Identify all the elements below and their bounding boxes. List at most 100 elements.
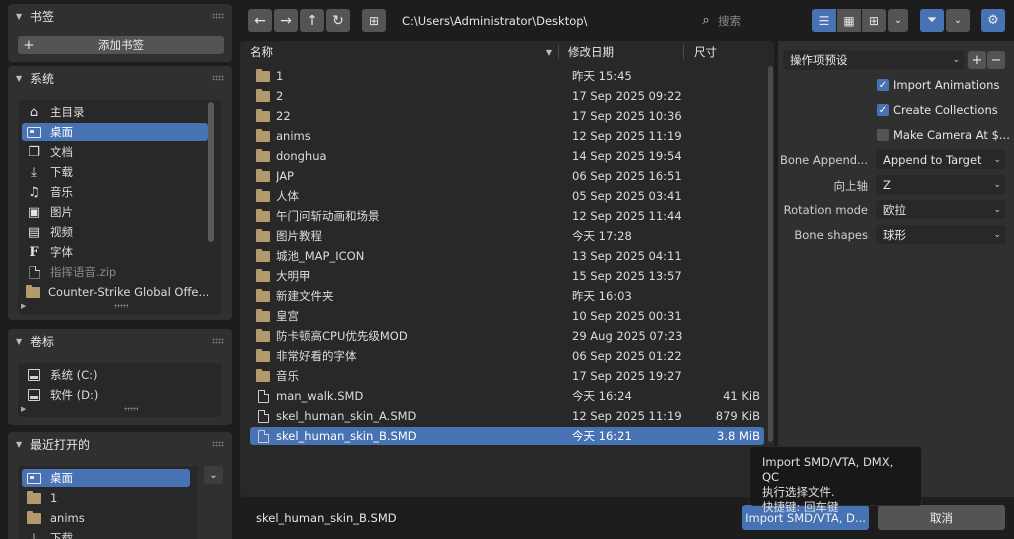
import-animations-checkbox[interactable]: ✓ Import Animations xyxy=(877,77,999,93)
checkbox-label: Make Camera At $... xyxy=(893,128,1010,142)
recent-item-download[interactable]: ⤓ 下载 xyxy=(22,529,190,539)
chevron-down-icon: ⌄ xyxy=(993,204,1001,215)
file-row[interactable]: skel_human_skin_B.SMD 今天 16:21 3.8 MiB xyxy=(250,427,764,445)
resize-handle[interactable] xyxy=(114,304,128,308)
file-row[interactable]: JAP 06 Sep 2025 16:51 xyxy=(250,167,764,185)
file-row[interactable]: 人体 05 Sep 2025 03:41 xyxy=(250,187,764,205)
folder-icon xyxy=(254,148,272,162)
parent-directory-button[interactable]: ↑ xyxy=(300,9,324,32)
volume-item-d[interactable]: 软件 (D:) xyxy=(22,386,208,404)
volume-item-label: 软件 (D:) xyxy=(50,388,99,402)
file-row[interactable]: 午门问斩动画和场景 12 Sep 2025 11:44 xyxy=(250,207,764,225)
recent-item-desktop[interactable]: 桌面 xyxy=(22,469,190,487)
file-row[interactable]: 大明甲 15 Sep 2025 13:57 xyxy=(250,267,764,285)
refresh-button[interactable]: ↻ xyxy=(326,9,350,32)
display-settings-dropdown[interactable]: ⌄ xyxy=(888,9,908,32)
back-button[interactable]: ← xyxy=(248,9,272,32)
drag-grip-icon[interactable] xyxy=(212,75,224,81)
recent-menu-button[interactable]: ⌄ xyxy=(204,466,223,484)
file-row[interactable]: 2 17 Sep 2025 09:22 xyxy=(250,87,764,105)
column-separator[interactable] xyxy=(558,45,559,59)
file-date: 12 Sep 2025 11:19 xyxy=(572,129,682,143)
file-row[interactable]: man_walk.SMD 今天 16:24 41 KiB xyxy=(250,387,764,405)
desktop-icon xyxy=(26,126,42,138)
file-row[interactable]: 22 17 Sep 2025 10:36 xyxy=(250,107,764,125)
file-name: JAP xyxy=(276,169,294,183)
display-mode-list-button[interactable]: ☰ xyxy=(812,9,836,32)
system-item-home[interactable]: ⌂ 主目录 xyxy=(22,103,208,121)
volume-item-c[interactable]: 系统 (C:) xyxy=(22,366,208,384)
expand-triangle-icon[interactable]: ▶ xyxy=(21,302,26,310)
column-header-name[interactable]: 名称 ▼ xyxy=(250,41,556,63)
file-date: 06 Sep 2025 16:51 xyxy=(572,169,682,183)
drag-grip-icon[interactable] xyxy=(212,441,224,447)
system-header[interactable]: ▼ 系统 xyxy=(8,66,232,90)
drag-grip-icon[interactable] xyxy=(212,13,224,19)
file-row[interactable]: 图片教程 今天 17:28 xyxy=(250,227,764,245)
filter-settings-dropdown[interactable]: ⌄ xyxy=(946,9,970,32)
system-item-images[interactable]: ▣ 图片 xyxy=(22,203,208,221)
expand-triangle-icon[interactable]: ▶ xyxy=(21,405,26,413)
remove-preset-button[interactable]: − xyxy=(987,51,1005,69)
new-folder-button[interactable]: ⊞ xyxy=(362,9,386,32)
filter-toggle-button[interactable]: ⏷ xyxy=(920,9,944,32)
system-item-zip[interactable]: 指挥语音.zip xyxy=(22,263,208,281)
system-item-video[interactable]: ▤ 视频 xyxy=(22,223,208,241)
refresh-icon: ↻ xyxy=(332,12,344,29)
file-row[interactable]: skel_human_skin_A.SMD 12 Sep 2025 11:19 87… xyxy=(250,407,764,425)
settings-toggle-button[interactable]: ⚙ xyxy=(981,9,1005,32)
system-item-counter-strike[interactable]: Counter-Strike Global Offe... xyxy=(22,283,208,301)
file-row[interactable]: 城池_MAP_ICON 13 Sep 2025 04:11 xyxy=(250,247,764,265)
display-mode-detail-button[interactable]: ▦ xyxy=(837,9,861,32)
volumes-header[interactable]: ▼ 卷标 xyxy=(8,329,232,353)
filename-input[interactable]: skel_human_skin_B.SMD xyxy=(248,505,734,530)
system-item-label: 视频 xyxy=(50,225,73,239)
add-bookmark-button[interactable]: + 添加书签 xyxy=(18,36,224,54)
rotation-mode-dropdown[interactable]: 欧拉 ⌄ xyxy=(876,200,1006,219)
music-icon: ♫ xyxy=(28,184,40,200)
system-scrollbar[interactable] xyxy=(208,102,214,242)
forward-button[interactable]: → xyxy=(274,9,298,32)
chevron-down-icon: ⌄ xyxy=(993,229,1001,240)
drag-grip-icon[interactable] xyxy=(212,338,224,344)
bone-shapes-dropdown[interactable]: 球形 ⌄ xyxy=(876,225,1006,244)
recent-item-anims[interactable]: anims xyxy=(22,509,190,527)
file-row[interactable]: 新建文件夹 昨天 16:03 xyxy=(250,287,764,305)
column-separator[interactable] xyxy=(683,45,684,59)
system-item-download[interactable]: ⤓ 下载 xyxy=(22,163,208,181)
search-input[interactable]: ⌕ 搜索 xyxy=(694,9,802,32)
file-row[interactable]: donghua 14 Sep 2025 19:54 xyxy=(250,147,764,165)
arrow-left-icon: ← xyxy=(254,12,266,29)
recent-item-1[interactable]: 1 xyxy=(22,489,190,507)
import-tooltip: Import SMD/VTA, DMX, QC 执行选择文件. 快捷键: 回车键 xyxy=(749,446,922,514)
resize-handle[interactable] xyxy=(124,407,138,411)
system-item-label: 下载 xyxy=(50,165,73,179)
file-row[interactable]: 防卡顿高CPU优先级MOD 29 Aug 2025 07:23 xyxy=(250,327,764,345)
file-row[interactable]: anims 12 Sep 2025 11:19 xyxy=(250,127,764,145)
up-axis-dropdown[interactable]: Z ⌄ xyxy=(876,175,1006,194)
file-row[interactable]: 音乐 17 Sep 2025 19:27 xyxy=(250,367,764,385)
bookmarks-header[interactable]: ▼ 书签 xyxy=(8,4,232,28)
file-row[interactable]: 非常好看的字体 06 Sep 2025 01:22 xyxy=(250,347,764,365)
system-item-fonts[interactable]: F 字体 xyxy=(22,243,208,261)
display-mode-thumbnail-button[interactable]: ⊞ xyxy=(862,9,886,32)
create-collections-checkbox[interactable]: ✓ Create Collections xyxy=(877,102,998,118)
recent-item-label: 桌面 xyxy=(50,471,73,485)
operator-presets-dropdown[interactable]: 操作项预设 ⌄ xyxy=(783,50,965,70)
search-placeholder: 搜索 xyxy=(718,13,741,28)
bone-append-dropdown[interactable]: Append to Target ⌄ xyxy=(876,150,1006,169)
column-header-date[interactable]: 修改日期 xyxy=(568,41,678,63)
file-list-scrollbar[interactable] xyxy=(768,66,773,442)
checkmark-icon: ✓ xyxy=(877,104,889,116)
column-header-size[interactable]: 尺寸 xyxy=(694,41,754,63)
make-camera-checkbox[interactable]: Make Camera At $... xyxy=(877,127,1010,143)
directory-path-input[interactable]: C:\Users\Administrator\Desktop\ xyxy=(394,9,686,32)
system-item-documents[interactable]: ❐ 文档 xyxy=(22,143,208,161)
recent-header[interactable]: ▼ 最近打开的 xyxy=(8,432,232,456)
chevron-down-icon: ⌄ xyxy=(209,469,218,481)
system-item-desktop[interactable]: 桌面 xyxy=(22,123,208,141)
file-row[interactable]: 1 昨天 15:45 xyxy=(250,67,764,85)
system-item-music[interactable]: ♫ 音乐 xyxy=(22,183,208,201)
add-preset-button[interactable]: + xyxy=(968,51,986,69)
file-row[interactable]: 皇宫 10 Sep 2025 00:31 xyxy=(250,307,764,325)
